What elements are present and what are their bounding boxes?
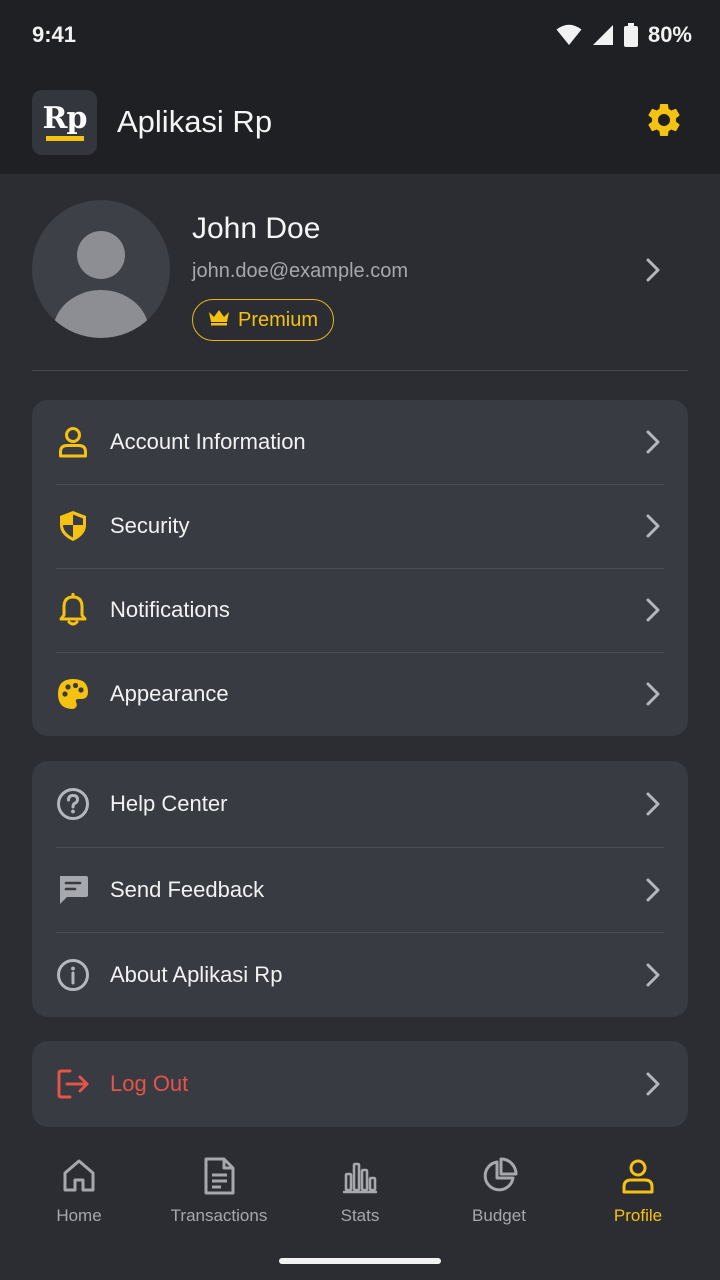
- help-circle-icon: [56, 787, 90, 821]
- chevron-right-icon: [646, 258, 660, 287]
- settings-button[interactable]: [640, 98, 688, 146]
- app-header: Rp Aplikasi Rp: [0, 70, 720, 174]
- menu-item-security[interactable]: Security: [32, 484, 688, 568]
- nav-budget-label: Budget: [472, 1206, 526, 1225]
- menu-item-help-center[interactable]: Help Center: [32, 761, 688, 847]
- nav-transactions-label: Transactions: [170, 1206, 268, 1225]
- document-icon: [199, 1156, 239, 1196]
- nav-home-label: Home: [56, 1206, 102, 1225]
- pie-chart-icon: [479, 1156, 519, 1196]
- wifi-icon: [556, 24, 582, 46]
- bell-icon: [56, 593, 90, 627]
- premium-badge: Premium: [192, 299, 335, 341]
- chevron-right-icon: [646, 514, 660, 538]
- battery-icon: [623, 23, 638, 47]
- app-logo-text: Rp: [42, 100, 88, 136]
- settings-menu-card: Account Information Security Notificatio…: [32, 400, 688, 736]
- nav-budget[interactable]: Budget: [429, 1156, 569, 1226]
- menu-item-send-feedback[interactable]: Send Feedback: [32, 847, 688, 932]
- premium-badge-label: Premium: [238, 308, 319, 331]
- bar-chart-icon: [340, 1156, 380, 1196]
- logout-icon: [56, 1067, 90, 1101]
- menu-item-notifications[interactable]: Notifications: [32, 568, 688, 652]
- menu-item-about[interactable]: About Aplikasi Rp: [32, 932, 688, 1017]
- menu-item-appearance[interactable]: Appearance: [32, 652, 688, 736]
- app-title: Aplikasi Rp: [117, 104, 273, 139]
- logout-card: Log Out: [32, 1041, 688, 1127]
- menu-item-label: Send Feedback: [110, 876, 265, 902]
- profile-screen: 9:41 80% Rp Aplikasi Rp John Doe john.do…: [0, 0, 720, 1280]
- menu-item-account-information[interactable]: Account Information: [32, 400, 688, 484]
- chevron-right-icon: [646, 878, 660, 902]
- chevron-right-icon: [646, 430, 660, 454]
- avatar: [32, 200, 170, 338]
- app-logo-underline: [45, 135, 84, 141]
- chevron-right-icon: [646, 682, 660, 706]
- profile-email: john.doe@example.com: [192, 260, 408, 282]
- menu-item-label: Help Center: [110, 791, 228, 816]
- app-logo: Rp: [32, 89, 97, 155]
- nav-profile-label: Profile: [613, 1206, 663, 1225]
- gear-icon: [644, 100, 684, 145]
- status-icons: 80%: [556, 22, 692, 48]
- home-icon: [59, 1156, 99, 1196]
- crown-icon: [208, 308, 230, 332]
- palette-icon: [56, 677, 90, 711]
- profile-name: John Doe: [192, 212, 321, 245]
- user-icon: [56, 425, 90, 459]
- logout-button[interactable]: Log Out: [32, 1041, 688, 1127]
- menu-item-label: About Aplikasi Rp: [110, 961, 283, 987]
- chevron-right-icon: [646, 598, 660, 622]
- info-icon: [56, 958, 90, 992]
- menu-item-label: Appearance: [110, 681, 229, 706]
- nav-stats-label: Stats: [340, 1206, 380, 1225]
- status-time: 9:41: [32, 22, 77, 47]
- battery-percent: 80%: [647, 22, 692, 47]
- menu-item-label: Account Information: [110, 429, 306, 454]
- nav-transactions[interactable]: Transactions: [149, 1156, 289, 1226]
- chevron-right-icon: [646, 1072, 660, 1096]
- avatar-placeholder-icon: [53, 231, 149, 338]
- home-indicator: [279, 1258, 441, 1264]
- divider: [32, 370, 688, 371]
- support-menu-card: Help Center Send Feedback About Aplikasi…: [32, 761, 688, 1017]
- nav-profile[interactable]: Profile: [568, 1156, 708, 1226]
- logout-label: Log Out: [110, 1071, 189, 1096]
- signal-icon: [592, 24, 614, 46]
- profile-info: John Doe john.doe@example.com Premium: [192, 200, 408, 341]
- nav-stats[interactable]: Stats: [290, 1156, 430, 1226]
- feedback-icon: [56, 873, 90, 907]
- menu-item-label: Notifications: [110, 597, 230, 622]
- user-icon: [618, 1156, 658, 1196]
- status-bar: 9:41 80%: [0, 0, 720, 70]
- chevron-right-icon: [646, 963, 660, 987]
- shield-icon: [56, 509, 90, 543]
- nav-home[interactable]: Home: [9, 1156, 149, 1226]
- profile-card[interactable]: John Doe john.doe@example.com Premium: [32, 200, 688, 370]
- menu-item-label: Security: [110, 513, 190, 538]
- chevron-right-icon: [646, 792, 660, 816]
